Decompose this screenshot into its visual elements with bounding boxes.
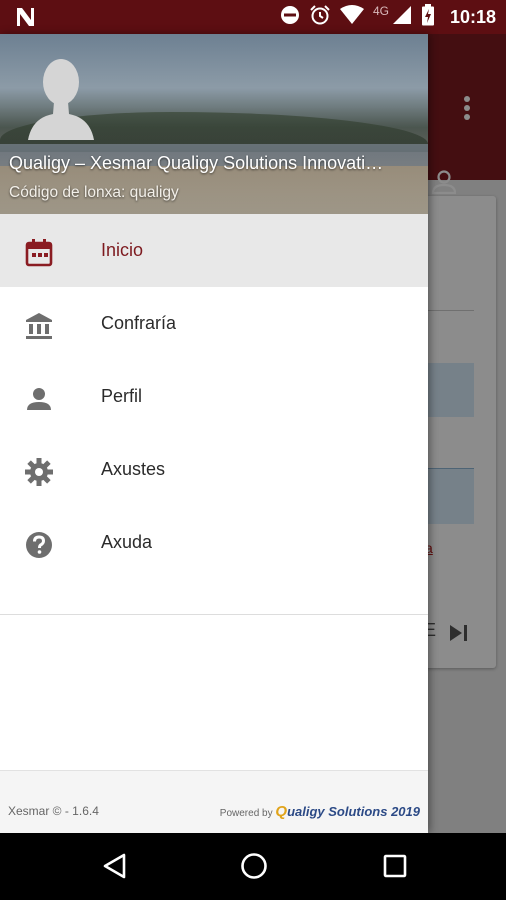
status-bar: 4G 10:18 [0,0,506,34]
home-icon[interactable] [239,851,269,881]
app-version: Xesmar © - 1.6.4 [8,804,99,818]
navigation-drawer: Qualigy – Xesmar Qualigy Solutions Innov… [0,34,428,834]
calendar-icon [24,238,54,268]
back-icon[interactable] [100,851,130,881]
menu-item-label: Perfil [101,386,143,406]
powered-by: Powered by Qualigy Solutions 2019 [220,803,420,820]
menu-item-confraria[interactable]: Confraría [0,287,428,360]
signal-icon [392,5,412,30]
avatar[interactable] [28,52,94,140]
bank-icon [24,311,54,341]
drawer-menu: Inicio Confraría Perfil Axustes Axuda [0,214,428,579]
menu-divider [0,614,428,615]
menu-item-perfil[interactable]: Perfil [0,360,428,433]
do-not-disturb-icon [280,5,300,30]
menu-item-axustes[interactable]: Axustes [0,433,428,506]
network-type: 4G [372,4,389,18]
lonxa-code: Código de lonxa: qualigy [9,184,179,201]
notification-n-icon [14,6,36,33]
brand-logo-text: ualigy Solutions 2019 [287,804,420,819]
brand-logo-q: Q [275,803,288,820]
powered-by-label: Powered by [219,808,273,819]
menu-item-inicio[interactable]: Inicio [0,214,428,287]
gear-icon [24,457,54,487]
menu-item-label: Axustes [101,459,166,479]
battery-icon [421,3,435,31]
recents-icon[interactable] [380,851,410,881]
menu-item-label: Axuda [101,532,153,552]
menu-item-label: Inicio [101,240,144,260]
wifi-icon [339,4,364,30]
clock: 10:18 [449,6,496,27]
drawer-header: Qualigy – Xesmar Qualigy Solutions Innov… [0,34,428,214]
brand-logo: Qualigy Solutions 2019 [275,803,420,820]
alarm-icon [309,4,331,31]
system-navigation-bar [0,833,506,900]
menu-item-label: Confraría [101,313,177,333]
person-icon [24,384,54,414]
organization-name: Qualigy – Xesmar Qualigy Solutions Innov… [9,153,384,173]
menu-item-axuda[interactable]: Axuda [0,506,428,579]
drawer-footer: Xesmar © - 1.6.4 Powered by Qualigy Solu… [0,770,428,834]
help-icon [24,530,54,560]
